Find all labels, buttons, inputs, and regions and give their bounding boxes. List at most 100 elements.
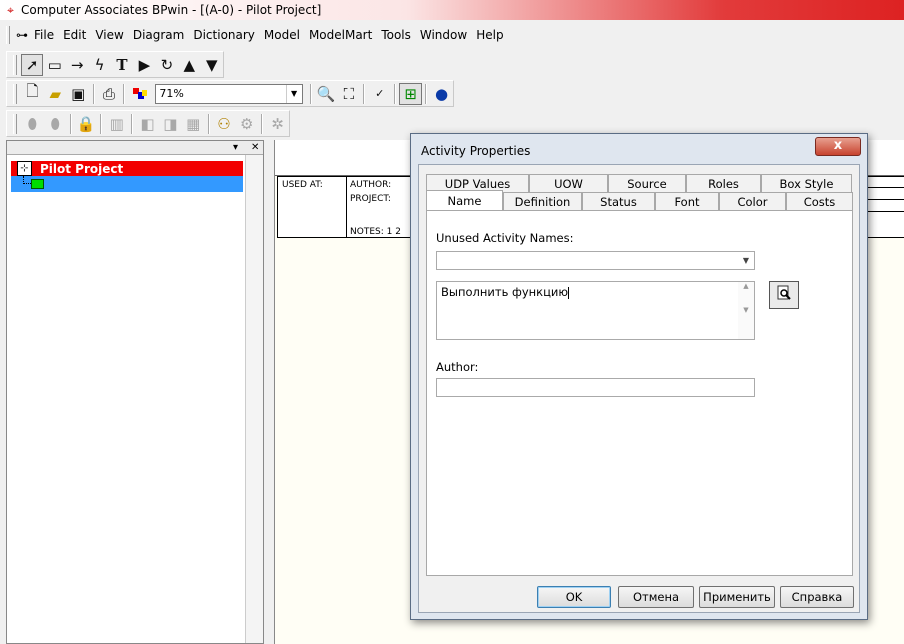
tree-child-item[interactable] [11,176,243,192]
chevron-down-icon[interactable]: ▼ [738,252,754,269]
mm-library-icon[interactable]: ▥ [105,113,128,135]
browse-names-button[interactable] [769,281,799,309]
mm-grid-icon[interactable]: ▦ [182,113,205,135]
menu-help[interactable]: Help [476,28,503,42]
zoom-combo[interactable]: 71% ▼ [155,83,303,104]
toolbar-separator [123,83,126,104]
tab-source[interactable]: Source [608,174,686,192]
zoom-in-icon[interactable]: 🔍 [315,83,338,105]
tab-costs[interactable]: Costs [786,192,853,210]
box-tool-icon[interactable]: ▭ [43,54,65,76]
pane-close-icon[interactable]: ✕ [251,141,259,154]
mm-disconnect-icon[interactable]: ⬮ [44,113,67,135]
activity-name-textarea[interactable]: Выполнить функцию ▲ ▼ [436,281,755,340]
spell-check-icon[interactable]: ✓ [368,83,391,105]
squiggle-tool-icon[interactable]: ϟ [88,54,110,76]
menu-model[interactable]: Model [264,28,300,42]
pointer-tool-icon[interactable]: ➚ [20,53,44,76]
toolbar-separator [131,113,134,134]
text-caret [568,286,570,299]
save-icon[interactable]: ▣ [67,83,90,105]
toolbar-separator [69,113,72,134]
color-palette-icon[interactable] [128,83,151,105]
menu-window[interactable]: Window [420,28,467,42]
print-icon[interactable]: ⎙ [98,83,121,105]
ok-button[interactable]: OK [537,586,611,608]
tree-root-label: Pilot Project [40,161,124,176]
tab-color[interactable]: Color [719,192,786,210]
frame-rule [868,199,904,200]
tab-font[interactable]: Font [655,192,719,210]
toolbar-grip[interactable] [13,54,17,75]
menubar-grip[interactable] [6,26,10,44]
tab-name[interactable]: Name [426,190,503,210]
model-explorer: ▾ ✕ ⊹ Pilot Project [6,140,264,644]
zoom-fit-icon[interactable]: ⛶ [337,83,360,105]
model-explorer-header: ▾ ✕ [7,141,263,155]
name-tab-panel: Unused Activity Names: ▼ Выполнить функц… [426,210,853,576]
tab-definition[interactable]: Definition [503,192,582,210]
menu-tools[interactable]: Tools [381,28,411,42]
apply-button[interactable]: Применить [699,586,775,608]
textarea-scrollbar[interactable]: ▲ ▼ [738,282,754,339]
author-label: AUTHOR: [350,180,392,190]
document-system-icon[interactable]: ⊶ [16,28,28,42]
arrow-tool-icon[interactable]: → [66,54,88,76]
unused-activity-names-label: Unused Activity Names: [436,231,574,245]
mm-users-icon[interactable]: ⚇ [213,113,236,135]
menu-view[interactable]: View [95,28,123,42]
mm-settings-icon[interactable]: ⚙ [235,113,258,135]
dialog-body: UDP Values UOW Source Roles Box Style Na… [418,164,860,613]
open-folder-icon[interactable]: ▰ [44,83,67,105]
play-right-icon[interactable]: ▶ [133,54,155,76]
search-document-icon [776,285,792,305]
menu-dictionary[interactable]: Dictionary [193,28,255,42]
toolbar-separator [92,83,95,104]
globe-icon[interactable]: ● [430,83,453,105]
menu-modelmart[interactable]: ModelMart [309,28,372,42]
author-input[interactable] [436,378,755,397]
tab-row-bottom: Name Definition Status Font Color Costs [426,190,853,210]
help-button[interactable]: Справка [780,586,854,608]
tab-box-style[interactable]: Box Style [761,174,852,192]
mm-bug-icon[interactable]: ✲ [266,113,289,135]
dialog-close-button[interactable]: x [815,137,861,156]
used-at-label: USED AT: [282,180,323,190]
chevron-down-icon[interactable]: ▼ [285,84,302,103]
pane-menu-icon[interactable]: ▾ [233,141,238,154]
cancel-button[interactable]: Отмена [618,586,694,608]
activity-name-value: Выполнить функцию [441,285,569,299]
go-to-child-icon[interactable]: ▼ [201,54,223,76]
author-label: Author: [436,360,479,374]
modelmart-toolbar: ⬮ ⬮ 🔒 ▥ ◧ ◨ ▦ ⚇ ⚙ ✲ [6,110,290,137]
mm-save-icon[interactable]: ◨ [159,113,182,135]
tab-status[interactable]: Status [582,192,655,210]
toolbar-separator [394,83,397,104]
context-diagram-icon: ⊹ [17,161,32,176]
vertical-scrollbar[interactable] [245,155,263,643]
text-tool-icon[interactable]: T [111,54,133,76]
frame-divider [346,177,347,237]
unused-activity-names-combo[interactable]: ▼ [436,251,755,270]
tab-roles[interactable]: Roles [686,174,761,192]
dialog-button-row: OK Отмена Применить Справка [426,575,854,609]
menu-file[interactable]: File [34,28,54,42]
go-to-parent-icon[interactable]: ▲ [178,54,200,76]
tree-root-item[interactable]: ⊹ Pilot Project [11,161,243,176]
activity-box-icon [31,179,44,189]
mm-open-icon[interactable]: ◧ [136,113,159,135]
model-explorer-toggle-icon[interactable]: ⊞ [399,82,423,105]
new-document-icon[interactable]: 🗋 [21,82,44,105]
window-titlebar: ⌖ Computer Associates BPwin - [(A-0) - P… [0,0,904,20]
toolbar-separator [425,83,428,104]
menu-diagram[interactable]: Diagram [133,28,185,42]
menu-edit[interactable]: Edit [63,28,86,42]
toolbar-separator [207,113,210,134]
toolbar-grip[interactable] [13,113,17,134]
mm-connect-icon[interactable]: ⬮ [21,113,44,135]
lock-icon[interactable]: 🔒 [75,113,98,135]
zoom-value: 71% [159,87,184,100]
refresh-icon[interactable]: ↻ [156,54,178,76]
toolbar-grip[interactable] [13,83,17,104]
tab-uow[interactable]: UOW [529,174,608,192]
